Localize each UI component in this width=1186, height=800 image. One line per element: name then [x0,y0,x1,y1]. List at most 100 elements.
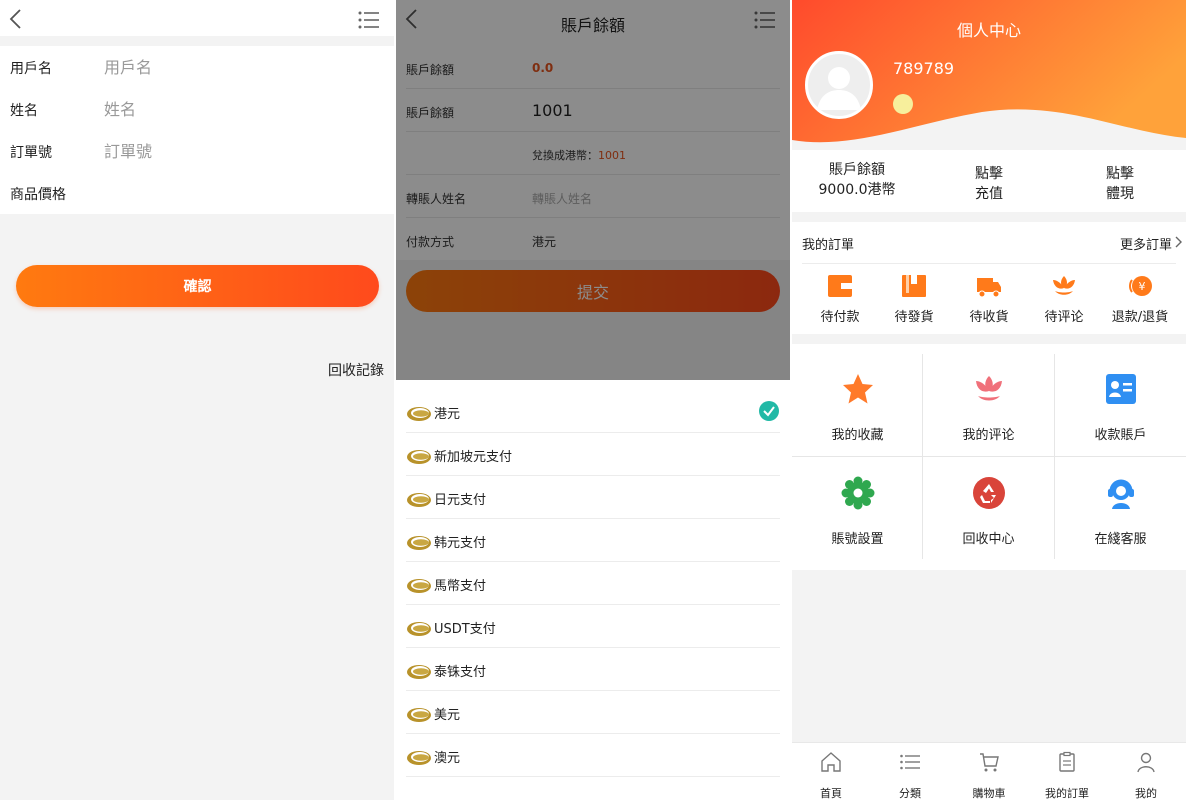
username-label: 用戶名 [10,61,52,77]
recharge-line2: 充值 [975,186,1003,202]
my-orders-section: 我的訂單 更多訂單 待付款 待發貨 待收貨 待评论 ¥ 退款/退貨 [792,222,1186,334]
order-refund[interactable]: ¥ 退款/退貨 [1102,272,1178,325]
my-reviews-button[interactable]: 我的评论 [923,352,1054,455]
customer-service-icon [1107,479,1134,509]
level-badge-icon [893,94,913,114]
top-bar [0,0,394,36]
cart-icon [980,753,999,772]
payee-account-label: 收款賬戶 [1094,428,1147,443]
clipboard-icon [1059,751,1075,772]
category-list-icon [900,754,920,770]
tab-label: 分類 [899,787,921,800]
payment-option[interactable]: USDT支付 [406,605,780,648]
payment-option[interactable]: 澳元 [406,734,780,777]
payment-option-label: 澳元 [434,751,461,766]
price-row: 商品價格 [0,172,394,214]
coin-logo-icon [407,708,431,722]
svg-text:¥: ¥ [1139,280,1146,293]
withdraw-button[interactable]: 點擊 體現 [1055,164,1185,204]
feature-grid: 我的收藏 我的评论 收款賬戶 賬號設置 回收中心 在綫客服 [792,344,1186,570]
tab-label: 首頁 [820,787,842,800]
payment-option[interactable]: 新加坡元支付 [406,433,780,476]
payment-option[interactable]: 港元 [406,390,780,433]
username-row: 用戶名 [0,46,394,88]
user-avatar-icon [817,67,861,110]
username-input[interactable] [104,54,374,80]
package-icon [902,275,926,297]
balance-value: 9000.0港幣 [818,182,896,198]
truck-icon [977,278,1001,298]
confirm-button[interactable]: 確認 [16,265,379,307]
profile-screen: 個人中心 789789 賬戶餘額 9000.0港幣 點擊 充值 點擊 體現 我的… [792,0,1186,800]
payment-option-label: 馬幣支付 [434,579,487,594]
id-card-icon [1105,374,1136,404]
payment-option-label: 美元 [434,708,461,723]
order-pending-shipment[interactable]: 待發貨 [876,272,952,325]
payment-option[interactable]: 泰铢支付 [406,648,780,691]
payment-option-label: 韩元支付 [434,536,487,551]
payment-option[interactable]: 馬幣支付 [406,562,780,605]
price-input[interactable] [104,180,374,206]
tab-label: 我的 [1135,787,1157,800]
balance-screen: 賬戶餘額 賬戶餘額 0.0 賬戶餘額 1001 兌換成港幣：1001 轉賬人姓名… [396,0,790,800]
payment-option[interactable]: 日元支付 [406,476,780,519]
payment-options-sheet: 港元新加坡元支付日元支付韩元支付馬幣支付 USDT支付 泰铢支付美元澳元 [396,380,790,800]
coin-logo-icon [407,751,431,765]
my-reviews-label: 我的评论 [962,428,1015,443]
withdraw-line1: 點擊 [1106,166,1134,182]
order-status-label: 待评论 [1044,310,1084,325]
coin-logo-icon [407,622,431,636]
orders-title: 我的訂單 [802,238,855,253]
flower-review-icon [1053,276,1075,295]
account-stats: 賬戶餘額 9000.0港幣 點擊 充值 點擊 體現 [792,150,1186,212]
account-settings-label: 賬號設置 [831,532,884,547]
gear-icon [841,476,874,510]
payee-account-button[interactable]: 收款賬戶 [1055,352,1186,455]
recycle-form: 用戶名 姓名 訂單號 商品價格 [0,46,394,214]
account-settings-button[interactable]: 賬號設置 [792,456,923,559]
username: 789789 [893,59,955,78]
modal-overlay[interactable] [396,0,790,380]
chevron-right-icon[interactable] [1175,236,1183,248]
recycle-icon [972,477,1005,509]
coin-logo-icon [407,536,431,550]
payment-option-label: 泰铢支付 [434,665,487,680]
recharge-button[interactable]: 點擊 充值 [924,164,1054,204]
more-orders-link[interactable]: 更多訂單 [1120,234,1172,253]
order-status-label: 退款/退貨 [1111,310,1169,325]
coin-logo-icon [407,407,431,421]
payment-option[interactable]: 美元 [406,691,780,734]
coin-logo-icon [407,493,431,507]
home-icon [821,752,841,772]
name-input[interactable] [104,96,374,122]
order-status-label: 待收貨 [969,310,1009,325]
divider [802,263,1176,264]
order-number-input[interactable] [104,138,374,164]
list-menu-icon[interactable] [358,10,380,30]
order-pending-receipt[interactable]: 待收貨 [951,272,1027,325]
payment-option-label: 新加坡元支付 [434,450,513,465]
recycle-center-button[interactable]: 回收中心 [923,456,1054,559]
payment-option-label: USDT支付 [434,622,496,637]
tab-me[interactable]: 我的 [1111,751,1181,800]
online-service-button[interactable]: 在綫客服 [1055,456,1186,559]
tab-cart[interactable]: 購物車 [954,751,1024,800]
name-label: 姓名 [10,103,38,119]
coin-logo-icon [407,579,431,593]
tulip-icon [975,376,1002,401]
favorites-label: 我的收藏 [831,428,884,443]
tab-my-orders[interactable]: 我的訂單 [1032,751,1102,800]
avatar[interactable] [805,51,873,119]
check-circle-icon [759,401,779,421]
recycle-records-link[interactable]: 回收記錄 [328,360,384,380]
chevron-left-icon[interactable] [8,8,22,30]
payment-option[interactable]: 韩元支付 [406,519,780,562]
recharge-line1: 點擊 [975,166,1003,182]
order-pending-payment[interactable]: 待付款 [802,272,878,325]
favorites-button[interactable]: 我的收藏 [792,352,923,455]
wallet-icon [828,275,852,297]
order-pending-review[interactable]: 待评论 [1026,272,1102,325]
tab-category[interactable]: 分類 [875,751,945,800]
name-row: 姓名 [0,88,394,130]
tab-home[interactable]: 首頁 [796,751,866,800]
